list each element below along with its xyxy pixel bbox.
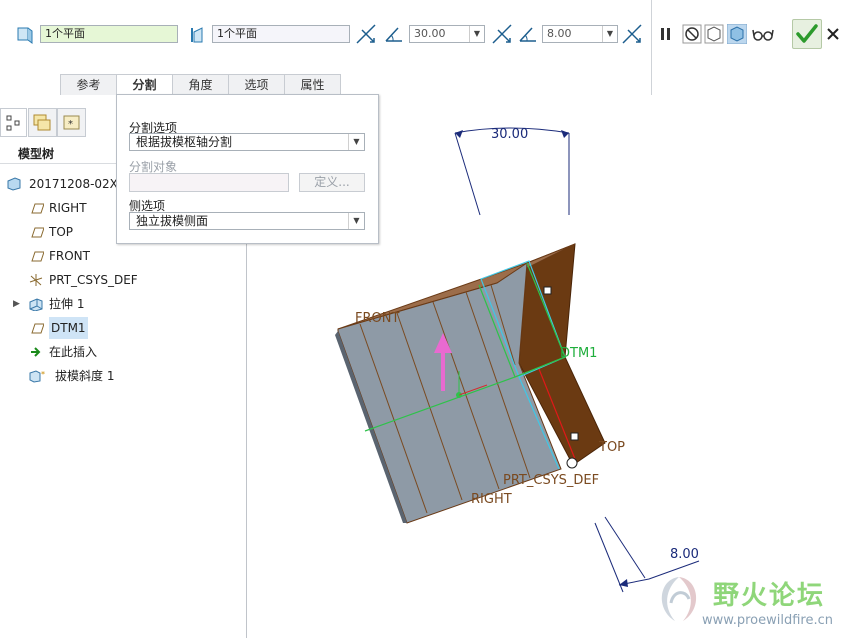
angle-dim-line [594, 522, 624, 593]
tree-item-dtm1[interactable]: DTM1 [0, 317, 246, 339]
draft-surface-field[interactable]: 1个平面 [40, 25, 178, 43]
insert-arrow-icon [31, 347, 41, 357]
tab-model-tree[interactable] [0, 108, 27, 137]
angle-dim-2-text[interactable]: 8.00 [670, 547, 699, 562]
toolbar-divider [651, 0, 652, 95]
tab-properties[interactable]: 属性 [284, 74, 341, 96]
tree-item-label: FRONT [49, 249, 90, 263]
chevron-down-icon[interactable]: ▼ [469, 26, 484, 42]
coordinate-system-icon [29, 274, 43, 286]
checkmark-icon [796, 24, 818, 43]
flip-angle-3-icon[interactable] [620, 22, 644, 46]
dtm1-label: DTM1 [560, 346, 597, 361]
layers-icon [33, 114, 51, 131]
tab-angles[interactable]: 角度 [172, 74, 229, 96]
top-label: TOP [598, 440, 625, 455]
angle-2-icon [519, 27, 536, 42]
tree-item-insert-here[interactable]: 在此插入 [0, 341, 246, 363]
close-icon[interactable] [826, 27, 840, 41]
side-options-select[interactable]: 独立拔模侧面 ▼ [129, 212, 365, 230]
draft-dashboard: 1个平面 1个平面 30.00 ▼ 8.00 ▼ 参考 分割 角度 选项 属性 [0, 0, 857, 97]
drag-handle[interactable] [570, 432, 579, 441]
extrude-icon [29, 298, 43, 311]
draft-surface-icon[interactable] [14, 25, 36, 45]
tree-item-draft[interactable]: * 拔模斜度 1 [0, 365, 246, 387]
csys-label: PRT_CSYS_DEF [503, 473, 599, 488]
tree-item-label: 拉伸 1 [49, 297, 85, 311]
tab-layers[interactable] [28, 108, 57, 137]
draft-hinge-field[interactable]: 1个平面 [212, 25, 350, 43]
chevron-down-icon[interactable]: ▼ [348, 213, 364, 229]
draft-feature-icon: * [29, 370, 45, 383]
watermark-url: www.proewildfire.cn [702, 613, 833, 628]
tree-item-label: 20171208-02XU [29, 177, 127, 191]
star-folder-icon: * [63, 115, 80, 130]
chevron-down-icon[interactable]: ▼ [602, 26, 617, 42]
tree-item-label: TOP [49, 225, 74, 239]
angle-1-value: 30.00 [414, 27, 446, 40]
model-tree-title: 模型树 [18, 147, 55, 161]
flip-angle-icon[interactable] [354, 22, 378, 46]
tree-item-label: 拔模斜度 1 [55, 369, 115, 383]
no-preview-icon[interactable] [682, 24, 702, 44]
angle-2-input[interactable]: 8.00 ▼ [542, 25, 618, 43]
tree-icon [6, 115, 20, 131]
tree-item-label: PRT_CSYS_DEF [49, 273, 138, 287]
pause-icon[interactable] [658, 26, 674, 42]
feature-preview-icon[interactable] [704, 24, 724, 44]
side-options-value: 独立拔模侧面 [136, 214, 209, 228]
chevron-down-icon[interactable]: ▼ [348, 134, 364, 150]
drag-handle[interactable] [543, 286, 552, 295]
define-button[interactable]: 定义... [299, 173, 365, 192]
angle-1-input[interactable]: 30.00 ▼ [409, 25, 485, 43]
glasses-icon[interactable] [752, 24, 774, 44]
part-icon [7, 177, 21, 191]
dim-arrow-icon [561, 130, 569, 138]
tree-item-csys[interactable]: PRT_CSYS_DEF [0, 269, 246, 291]
watermark-logo [661, 577, 697, 621]
right-label: RIGHT [471, 492, 512, 507]
split-options-value: 根据拔模枢轴分割 [136, 135, 233, 149]
angle-dim-1-text[interactable]: 30.00 [491, 127, 528, 142]
tab-options[interactable]: 选项 [228, 74, 285, 96]
front-label: FRONT [355, 311, 399, 326]
datum-plane-icon [31, 323, 44, 334]
angle-dim-line [604, 516, 646, 579]
verify-mode-icon[interactable] [727, 24, 747, 44]
tab-references[interactable]: 参考 [60, 74, 117, 96]
datum-plane-icon [31, 227, 44, 238]
angle-2-value: 8.00 [547, 27, 572, 40]
tree-item-label: 在此插入 [49, 345, 98, 359]
svg-text:*: * [68, 119, 73, 130]
tab-favorites[interactable]: * [57, 108, 86, 137]
svg-text:*: * [41, 370, 45, 379]
expand-arrow-icon[interactable]: ▶ [13, 293, 20, 315]
angle-dim-line [454, 132, 481, 216]
tree-item-extrude[interactable]: ▶ 拉伸 1 [0, 293, 246, 315]
datum-plane-icon [31, 251, 44, 262]
split-options-select[interactable]: 根据拔模枢轴分割 ▼ [129, 133, 365, 151]
flip-angle-2-icon[interactable] [490, 22, 514, 46]
datum-plane-icon [31, 203, 44, 214]
draft-hinge-icon[interactable] [186, 24, 208, 46]
angle-icon [385, 27, 402, 42]
ok-button[interactable] [792, 19, 822, 49]
drag-handle-round[interactable] [566, 457, 578, 469]
tree-item-label: RIGHT [49, 201, 87, 215]
split-object-field[interactable] [129, 173, 289, 192]
split-panel: 分割选项 根据拔模枢轴分割 ▼ 分割对象 定义... 侧选项 独立拔模侧面 ▼ [116, 94, 379, 244]
tree-item-label: DTM1 [49, 317, 88, 339]
tree-item-front[interactable]: FRONT [0, 245, 246, 267]
watermark-title: 野火论坛 [713, 581, 826, 611]
